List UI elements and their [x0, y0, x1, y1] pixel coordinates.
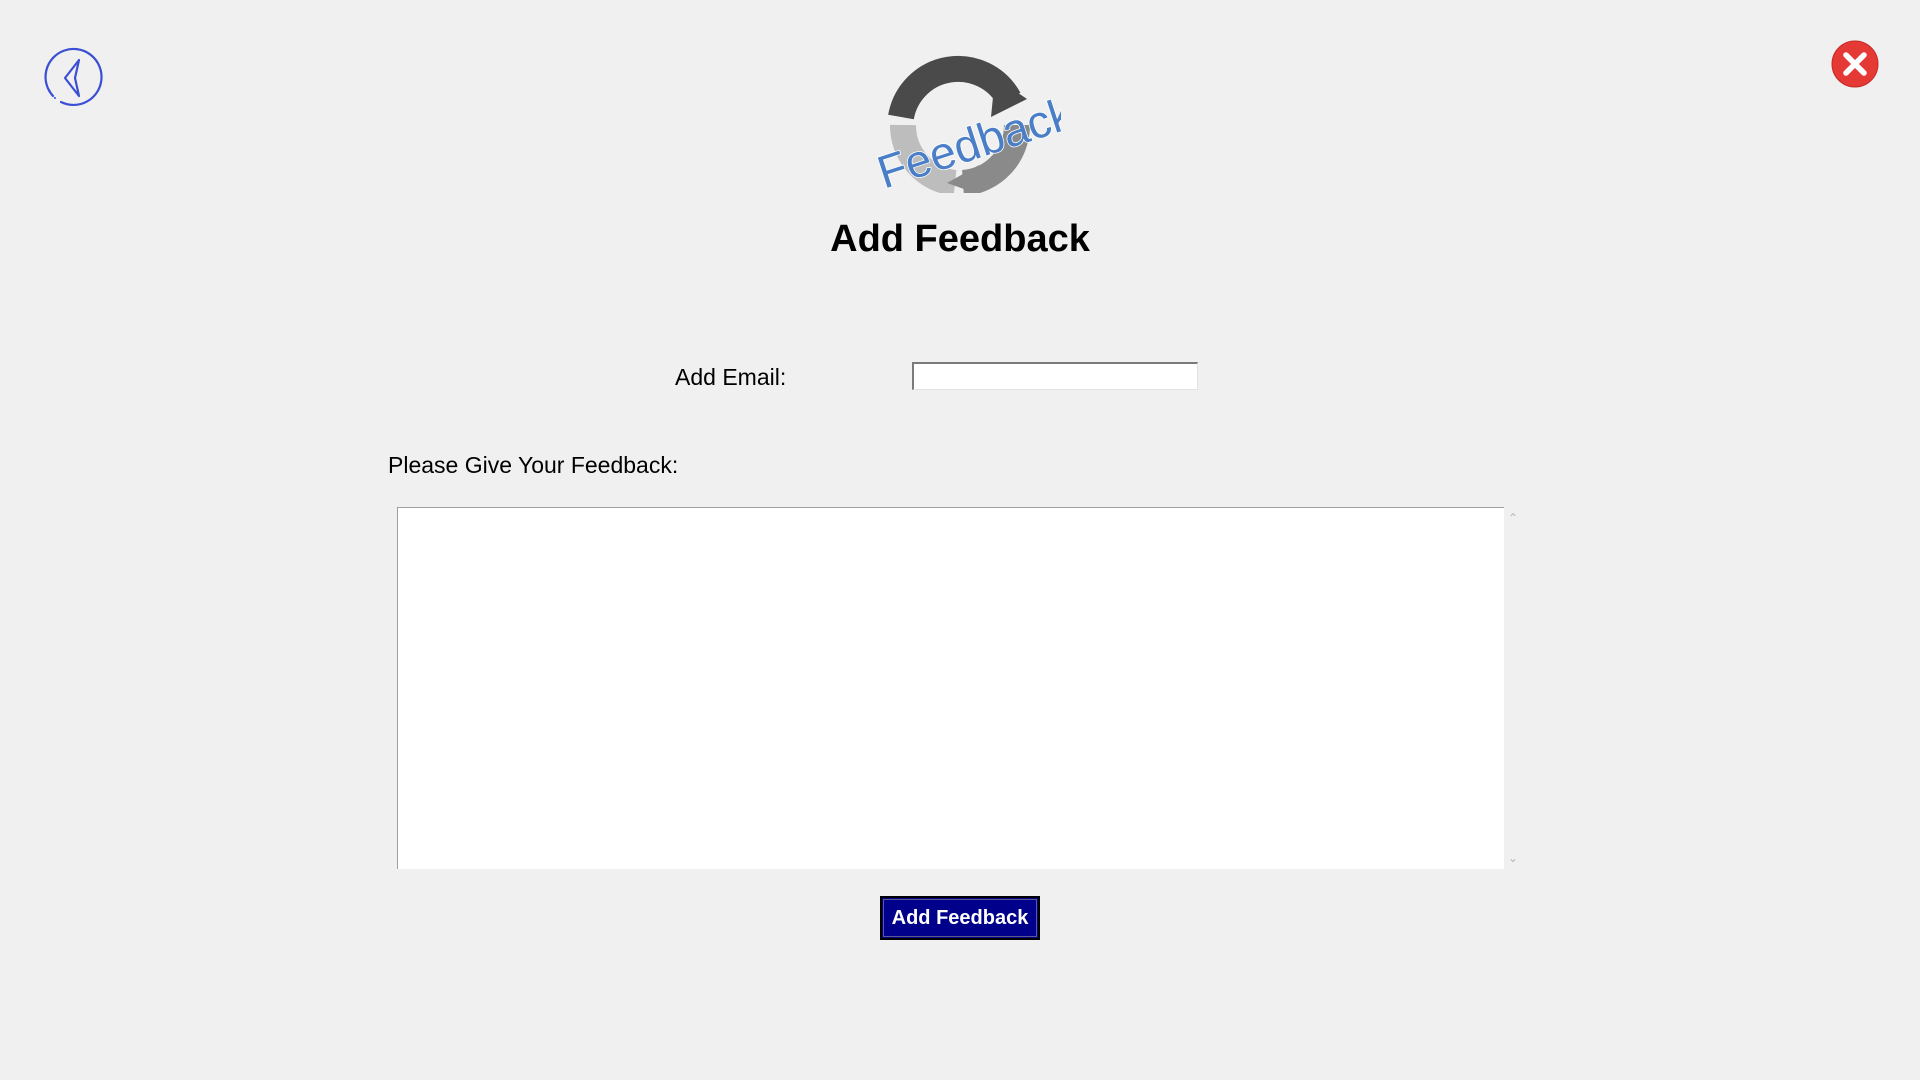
back-arrow-icon	[44, 47, 103, 107]
feedback-window: Feedback Add Feedback Add Email: Please …	[0, 0, 1920, 1080]
feedback-label: Please Give Your Feedback:	[388, 452, 679, 478]
email-label: Add Email:	[675, 364, 787, 390]
scroll-down-icon[interactable]: ⌄	[1504, 849, 1522, 867]
close-icon	[1831, 40, 1879, 88]
feedback-scrollbar[interactable]: ⌃ ⌄	[1504, 507, 1522, 869]
feedback-textarea[interactable]	[398, 508, 1503, 868]
back-button[interactable]	[41, 46, 105, 110]
feedback-logo: Feedback	[859, 55, 1081, 199]
close-button[interactable]	[1831, 40, 1879, 88]
email-input[interactable]	[912, 362, 1198, 390]
add-feedback-button[interactable]: Add Feedback	[880, 896, 1040, 940]
scroll-up-icon[interactable]: ⌃	[1504, 509, 1522, 527]
feedback-textarea-container	[397, 507, 1504, 869]
page-title: Add Feedback	[830, 218, 1090, 260]
